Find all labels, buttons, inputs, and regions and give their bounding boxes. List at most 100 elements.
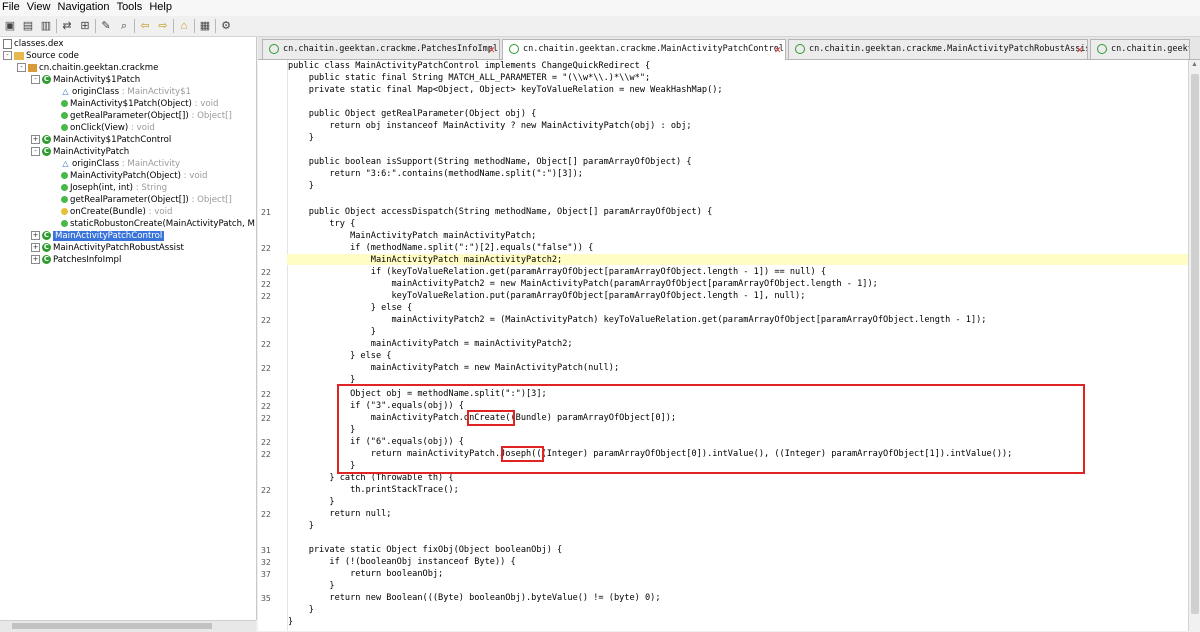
annotation-box-oncreate [467,410,515,426]
save-icon[interactable]: ▤ [20,18,36,34]
tree-node-source[interactable]: - Source code [3,50,79,62]
tab-main-activity-patch-control[interactable]: cn.chaitin.geektan.crackme.MainActivityP… [502,39,786,60]
menu-help[interactable]: Help [147,0,174,13]
tree-node-class[interactable]: + C MainActivityPatchRobustAssist [31,242,184,254]
tree-horizontal-scrollbar[interactable] [0,620,256,632]
editor-vertical-scrollbar[interactable]: ▲ [1188,60,1200,631]
menu-navigation[interactable]: Navigation [56,0,112,13]
class-icon [795,43,805,54]
settings-icon[interactable]: ⚙ [218,18,234,34]
line-number: 35 [261,593,271,603]
line-number: 22 [261,315,271,325]
expand-icon[interactable]: + [31,255,40,264]
code-line: } else { [288,303,413,313]
code-line: } else { [288,351,392,361]
tree-node-method[interactable]: onCreate(Bundle) : void [61,206,172,218]
line-number: 22 [261,449,271,459]
expand-icon[interactable]: + [31,135,40,144]
expand-icon[interactable]: + [31,243,40,252]
lock-icon[interactable]: ⌂ [176,18,192,34]
code-line: } [288,497,335,507]
tree-node-root[interactable]: classes.dex [3,38,64,50]
collapse-icon[interactable]: - [17,63,26,72]
wand-icon[interactable]: ✎ [98,18,114,34]
toolbar-divider [95,19,96,33]
tree-node-class[interactable]: + C PatchesInfoImpl [31,254,121,266]
annotation-box-joseph [501,446,544,462]
code-line: th.printStackTrace(); [288,485,459,495]
close-icon[interactable]: ✕ [488,40,495,59]
annotation-box-dispatch [337,384,1085,474]
code-line: } [288,181,314,191]
collapse-icon[interactable]: - [31,75,40,84]
tree-node-class-selected[interactable]: + C MainActivityPatchControl [31,230,165,242]
tree-node-class[interactable]: - C MainActivityPatch [31,146,129,158]
scrollbar-thumb[interactable] [1191,74,1199,614]
line-number: 22 [261,291,271,301]
log-icon[interactable]: ▦ [197,18,213,34]
tree-node-package[interactable]: - cn.chaitin.geektan.crackme [17,62,158,74]
close-icon[interactable]: ✕ [1076,40,1083,59]
class-icon: C [42,75,51,84]
code-line: } [288,581,335,591]
class-icon: C [42,147,51,156]
menu-tools[interactable]: Tools [115,0,145,13]
tree-node-method[interactable]: staticRobustonCreate(MainActivityPatch, … [61,218,255,230]
close-icon[interactable]: ✕ [774,40,781,59]
menu-view[interactable]: View [25,0,53,13]
tree-node-method[interactable]: Joseph(int, int) : String [61,182,167,194]
tab-truncated[interactable]: cn.chaitin.geekt [1090,39,1190,59]
tree-node-method[interactable]: getRealParameter(Object[]) : Object[] [61,194,232,206]
search-icon[interactable]: ⌕ [116,18,132,34]
expand-icon[interactable]: + [31,231,40,240]
code-line: return null; [288,509,392,519]
back-icon[interactable]: ⇦ [137,18,153,34]
scrollbar-thumb[interactable] [12,623,212,629]
scroll-up-icon[interactable]: ▲ [1191,61,1199,69]
line-number: 22 [261,437,271,447]
code-line: keyToValueRelation.put(paramArrayOfObjec… [288,291,806,301]
tree-node-field[interactable]: △ originClass : MainActivity$1 [61,86,191,98]
package-icon [28,63,37,72]
tree-node-class[interactable]: - C MainActivity$1Patch [31,74,140,86]
forward-icon[interactable]: ⇨ [155,18,171,34]
sync-icon[interactable]: ⇄ [59,18,75,34]
code-editor[interactable]: 21 22 22 22 22 22 22 22 22 22 22 22 22 2… [258,60,1188,631]
static-method-icon [61,220,68,227]
class-tree[interactable]: classes.dex - Source code - cn.chaitin.gee… [0,37,257,620]
code-line: mainActivityPatch2 = (MainActivityPatch)… [288,315,987,325]
tree-node-method[interactable]: onClick(View) : void [61,122,155,134]
code-line: } [288,617,294,627]
collapse-icon[interactable]: - [3,51,12,60]
line-number: 31 [261,545,271,555]
class-icon: C [42,243,51,252]
code-line: return "3:6:".contains(methodName.split(… [288,169,583,179]
flatten-icon[interactable]: ⊞ [77,18,93,34]
field-icon: △ [62,159,69,168]
method-icon [61,196,68,203]
line-number: 22 [261,267,271,277]
tab-patches-info-impl[interactable]: cn.chaitin.geektan.crackme.PatchesInfoIm… [262,39,500,59]
class-icon: C [42,255,51,264]
code-line: if (keyToValueRelation.get(paramArrayOfO… [288,267,827,277]
method-icon [61,124,68,131]
field-icon: △ [62,87,69,96]
open-file-icon[interactable]: ▣ [2,18,18,34]
protected-method-icon [61,208,68,215]
code-line: public static final String MATCH_ALL_PAR… [288,73,651,83]
collapse-icon[interactable]: - [31,147,40,156]
save-all-icon[interactable]: ▥ [38,18,54,34]
tree-node-class[interactable]: + C MainActivity$1PatchControl [31,134,171,146]
line-number: 22 [261,509,271,519]
tab-main-activity-patch-robust-assist[interactable]: cn.chaitin.geektan.crackme.MainActivityP… [788,39,1088,59]
menu-file[interactable]: File [0,0,22,13]
code-line: mainActivityPatch = mainActivityPatch2; [288,339,573,349]
tree-node-method[interactable]: MainActivityPatch(Object) : void [61,170,208,182]
toolbar-divider [134,19,135,33]
tree-node-method[interactable]: MainActivity$1Patch(Object) : void [61,98,218,110]
tree-node-field[interactable]: △ originClass : MainActivity [61,158,180,170]
line-number: 22 [261,413,271,423]
code-line: public Object accessDispatch(String meth… [288,207,713,217]
tree-node-method[interactable]: getRealParameter(Object[]) : Object[] [61,110,232,122]
constructor-icon [61,172,68,179]
